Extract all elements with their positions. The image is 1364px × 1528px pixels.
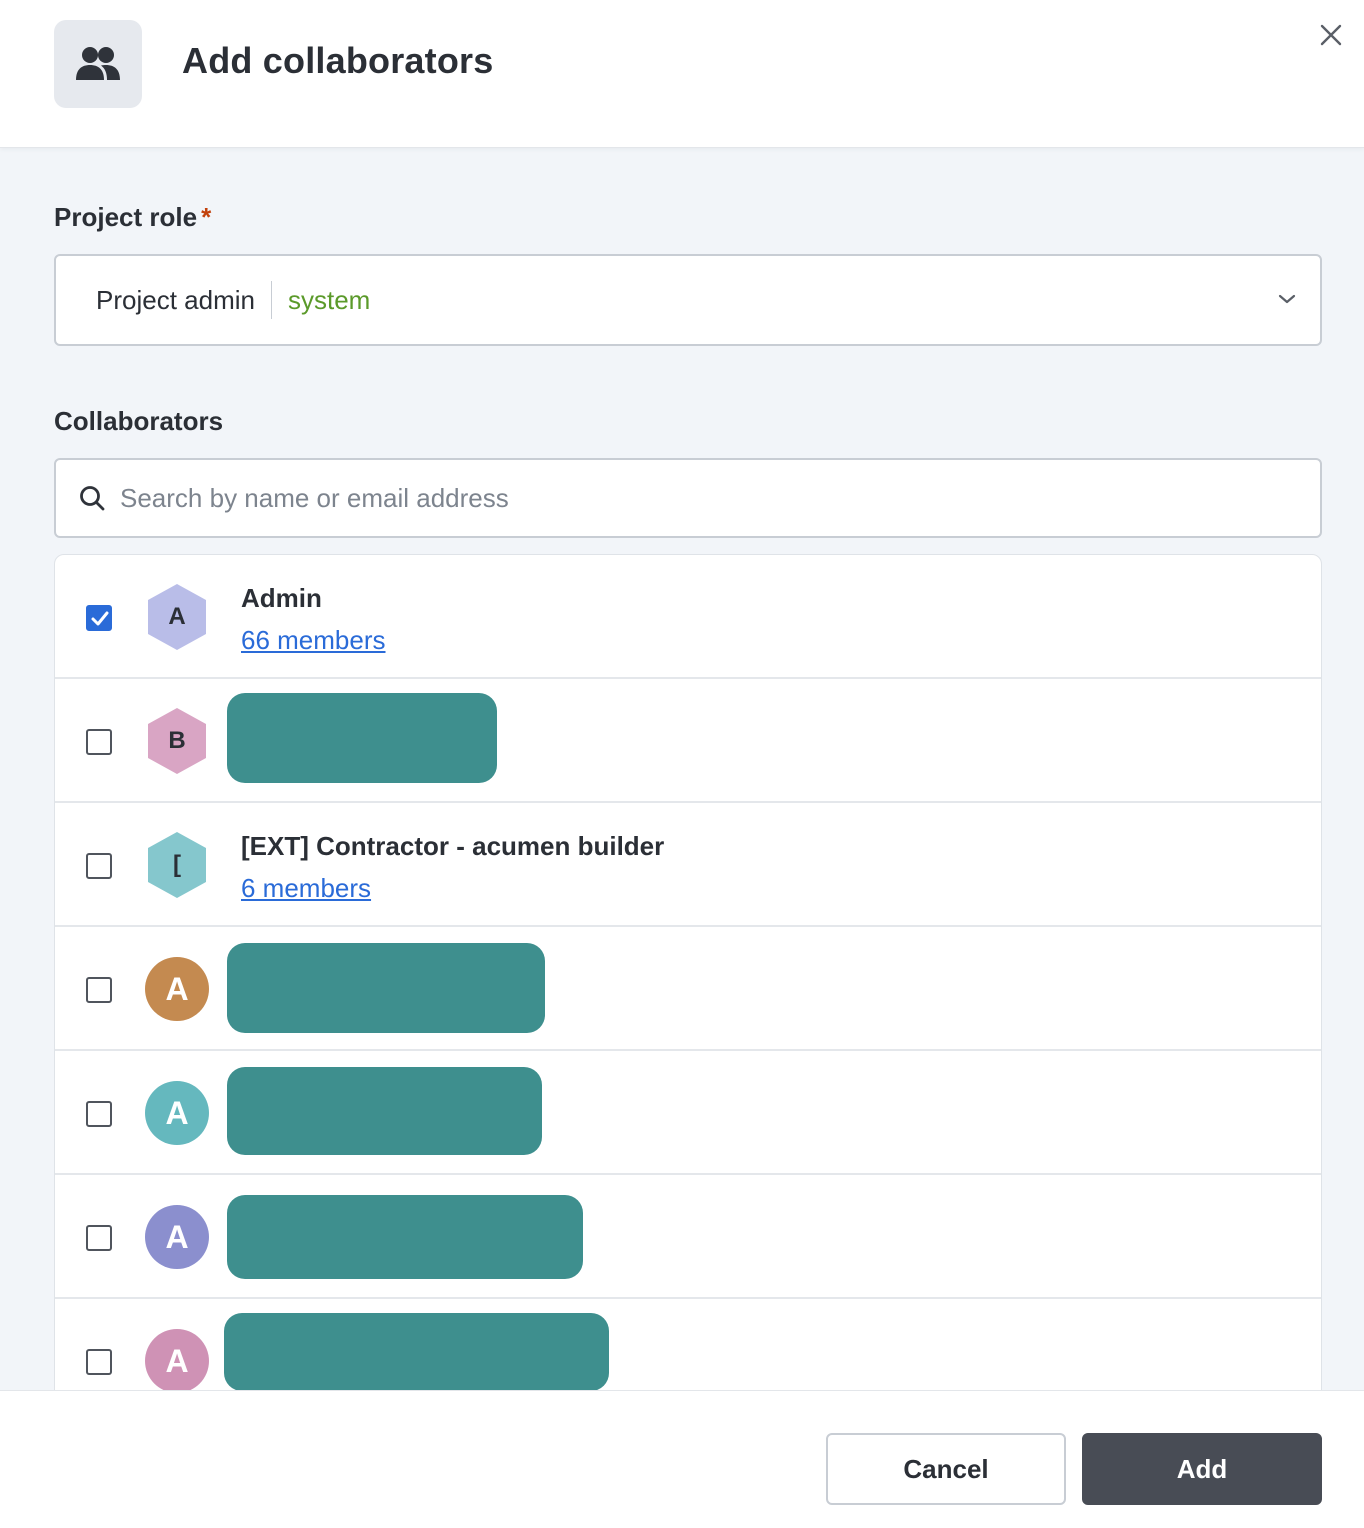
dialog-title: Add collaborators [182,40,494,81]
list-item[interactable]: B [55,679,1321,803]
user-avatar: A [145,1329,209,1390]
collaborator-name: [EXT] Contractor - acumen builder [241,831,665,861]
collaborator-name: Admin [241,583,322,613]
add-button[interactable]: Add [1082,1433,1322,1505]
redacted-name [227,943,545,1033]
user-avatar: A [145,957,209,1021]
chevron-down-icon [1278,294,1296,304]
select-divider [270,281,272,319]
list-item[interactable]: A Admin 66 members [55,555,1321,679]
redacted-name [224,1313,609,1390]
dialog-header: Add collaborators [0,0,1364,148]
redacted-name [227,1067,542,1155]
project-role-select[interactable]: Project admin system [54,254,1322,346]
members-link[interactable]: 6 members [241,873,371,904]
dialog-footer: Cancel Add [0,1390,1364,1528]
redacted-name [227,693,497,783]
required-mark: * [201,202,212,232]
dialog-body: Project role * Project admin system Colla… [0,148,1364,1390]
checkbox[interactable] [86,977,112,1003]
list-item[interactable]: A [55,1051,1321,1175]
search-icon [80,486,105,511]
redacted-name [227,1195,583,1279]
collaborator-search[interactable] [54,458,1322,538]
group-avatar: [ [145,832,209,898]
checkbox[interactable] [86,1349,112,1375]
members-link[interactable]: 66 members [241,625,386,656]
search-input[interactable] [120,470,1300,526]
checkbox[interactable] [86,1225,112,1251]
checkbox-checked[interactable] [86,605,112,631]
list-item[interactable]: A [55,1299,1321,1390]
close-icon [1320,24,1342,46]
project-role-value: Project admin [96,284,255,315]
user-avatar: A [145,1205,209,1269]
project-role-label: Project role * [54,202,212,232]
collaborator-list: A Admin 66 members B [[EXT] Contractor … [54,554,1322,1390]
list-item[interactable]: [ [EXT] Contractor - acumen builder 6 me… [55,803,1321,927]
checkbox[interactable] [86,1101,112,1127]
list-item[interactable]: A [55,1175,1321,1299]
project-role-tag: system [287,284,371,315]
users-icon [54,20,142,108]
collaborators-label: Collaborators [54,406,224,436]
check-icon [91,611,109,626]
list-item[interactable]: A [55,927,1321,1051]
cancel-button[interactable]: Cancel [826,1433,1066,1505]
group-avatar: B [145,708,209,774]
user-avatar: A [145,1081,209,1145]
group-avatar: A [145,584,209,650]
close-button[interactable] [1316,20,1346,50]
checkbox[interactable] [86,729,112,755]
checkbox[interactable] [86,853,112,879]
